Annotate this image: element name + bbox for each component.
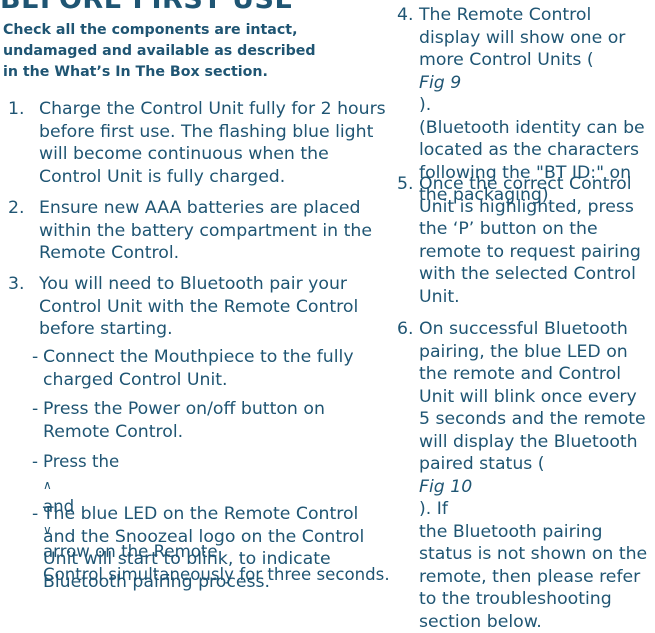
dash-bullet: - — [32, 346, 38, 369]
step-line: display will show one or — [419, 27, 645, 50]
step-text: Once the correct Control Unit is highlig… — [419, 173, 641, 308]
substep-line: charged Control Unit. — [43, 369, 354, 392]
substep-text: Connect the Mouthpiece to the fully char… — [43, 346, 354, 391]
step-line: the ‘P’ button on the — [419, 218, 641, 241]
dash-bullet: - — [32, 503, 38, 526]
step-text: Ensure new AAA batteries are placed with… — [39, 197, 372, 265]
step-line: Remote Control. — [39, 242, 372, 265]
substep-line: Remote Control. — [43, 421, 325, 444]
step-line: before starting. — [39, 318, 358, 341]
step-line: Unit. — [419, 286, 641, 309]
step-line: with the selected Control — [419, 263, 641, 286]
step-line: The Remote Control — [419, 4, 645, 27]
step-number: 2. — [8, 197, 25, 220]
step-text: On successful Bluetooth pairing, the blu… — [419, 318, 647, 633]
step-line: Control Unit with the Remote Control — [39, 296, 358, 319]
step-line: remote, then please refer — [419, 566, 647, 589]
substep-line: Press the Power on/off button on — [43, 398, 325, 421]
step-number: 4. — [397, 4, 414, 27]
step-number: 5. — [397, 173, 414, 196]
intro-line: Check all the components are intact, — [3, 20, 343, 41]
step-line: paired status (Fig 10). If — [419, 453, 647, 521]
step-line: more Control Units (Fig 9). — [419, 49, 645, 117]
step-line: remote to request pairing — [419, 241, 641, 264]
substep-line: and the Snoozeal logo on the Control — [43, 526, 364, 549]
figure-reference: Fig 9 — [419, 73, 461, 93]
step-line: to the troubleshooting — [419, 588, 647, 611]
step-number: 3. — [8, 273, 25, 296]
page-title: BEFORE FIRST USE — [0, 0, 293, 15]
up-arrow-icon: ∧ — [43, 474, 390, 497]
step-line: Ensure new AAA batteries are placed — [39, 197, 372, 220]
step-line: Unit is highlighted, press — [419, 196, 641, 219]
substep-line: Unit will start to blink, to indicate — [43, 548, 364, 571]
step-line: Charge the Control Unit fully for 2 hour… — [39, 98, 386, 121]
step-number: 1. — [8, 98, 25, 121]
step-line: within the battery compartment in the — [39, 220, 372, 243]
step-line: pairing, the blue LED on — [419, 341, 647, 364]
step-line: will become continuous when the — [39, 143, 386, 166]
substep-text: The blue LED on the Remote Control and t… — [43, 503, 364, 593]
intro-note: Check all the components are intact, und… — [3, 20, 343, 83]
intro-line: in the What’s In The Box section. — [3, 62, 343, 83]
step-line: the remote and Control — [419, 363, 647, 386]
step-line: the Bluetooth pairing — [419, 521, 647, 544]
step-line: before first use. The flashing blue ligh… — [39, 121, 386, 144]
step-line: located as the characters — [419, 139, 645, 162]
intro-line: undamaged and available as described — [3, 41, 343, 62]
step-line: You will need to Bluetooth pair your — [39, 273, 358, 296]
figure-reference: Fig 10 — [419, 477, 472, 497]
substep-line: The blue LED on the Remote Control — [43, 503, 364, 526]
step-line: 5 seconds and the remote — [419, 408, 647, 431]
dash-bullet: - — [32, 398, 38, 421]
step-line: (Bluetooth identity can be — [419, 117, 645, 140]
step-line: Control Unit is fully charged. — [39, 166, 386, 189]
substep-text: Press the Power on/off button on Remote … — [43, 398, 325, 443]
substep-line: Connect the Mouthpiece to the fully — [43, 346, 354, 369]
step-text: You will need to Bluetooth pair your Con… — [39, 273, 358, 341]
dash-bullet: - — [32, 451, 38, 474]
step-line: Unit will blink once every — [419, 386, 647, 409]
step-line: status is not shown on the — [419, 543, 647, 566]
step-line: will display the Bluetooth — [419, 431, 647, 454]
step-number: 6. — [397, 318, 414, 341]
step-text: Charge the Control Unit fully for 2 hour… — [39, 98, 386, 188]
step-line: section below. — [419, 611, 647, 633]
step-line: On successful Bluetooth — [419, 318, 647, 341]
substep-line: Bluetooth pairing process. — [43, 571, 364, 594]
step-line: Once the correct Control — [419, 173, 641, 196]
